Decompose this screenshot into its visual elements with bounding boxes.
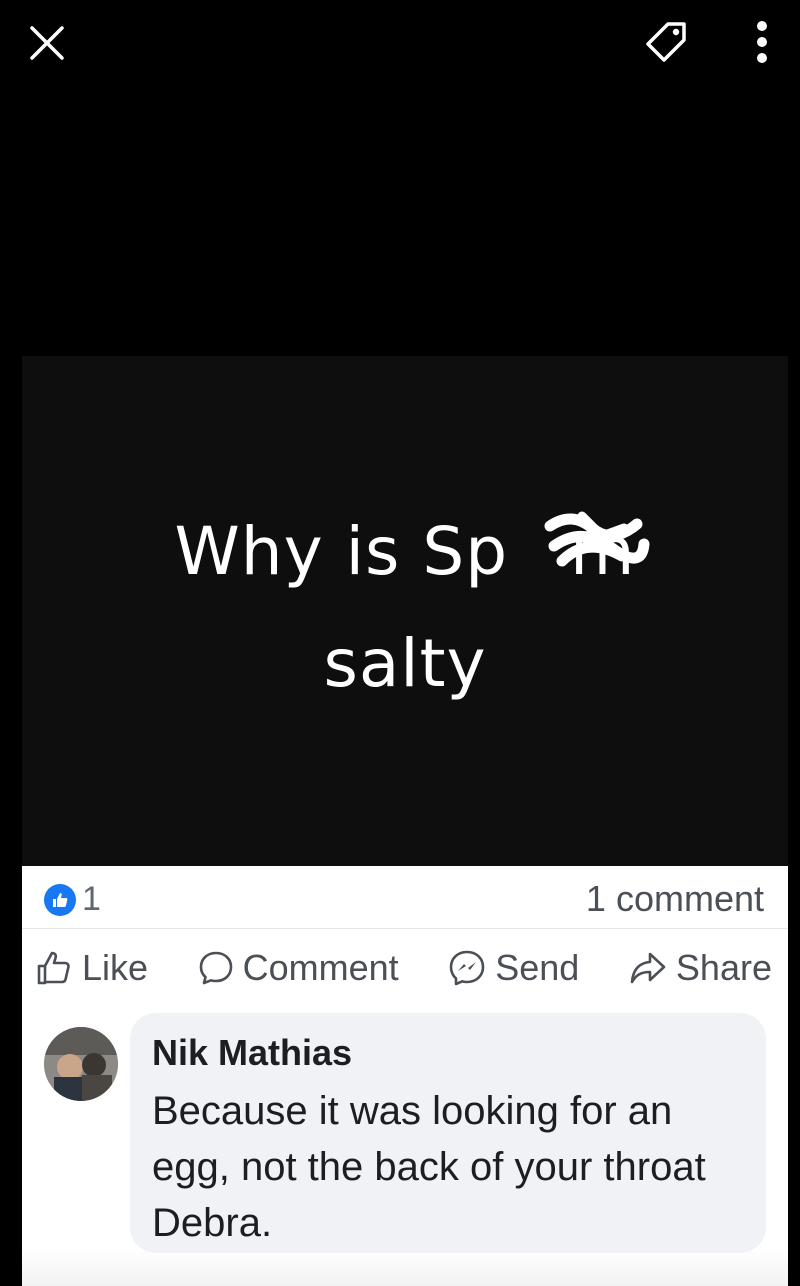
post-screenshot: Why is Sp m salty 1 1 comment Like Comme… bbox=[22, 356, 788, 1286]
send-label: Send bbox=[495, 947, 580, 988]
reaction-count: 1 bbox=[82, 880, 101, 918]
post-image-line-2: salty bbox=[323, 625, 487, 702]
comment-bubble-icon bbox=[199, 951, 232, 985]
post-image: Why is Sp m salty bbox=[22, 356, 788, 866]
comment-count[interactable]: 1 comment bbox=[586, 878, 764, 920]
share-label: Share bbox=[675, 947, 772, 988]
post-actions: Like Comment Send Share bbox=[22, 929, 788, 1007]
post-image-line-1: Why is Sp m bbox=[22, 496, 788, 608]
censor-scribble bbox=[544, 511, 650, 567]
bottom-fade bbox=[22, 1247, 788, 1286]
post-stats: 1 1 comment bbox=[22, 866, 788, 929]
close-icon bbox=[30, 26, 64, 60]
close-button[interactable] bbox=[22, 18, 72, 68]
share-button[interactable]: Share bbox=[628, 947, 772, 989]
post-image-text: Why is Sp m salty bbox=[22, 496, 788, 720]
comment-label: Comment bbox=[242, 947, 399, 988]
send-button[interactable]: Send bbox=[447, 947, 579, 989]
comment-bubble: Nik Mathias Because it was looking for a… bbox=[130, 1013, 766, 1253]
more-vertical-icon bbox=[757, 21, 767, 63]
more-options-button[interactable] bbox=[742, 14, 782, 70]
post-image-line-1-start: Why is Sp bbox=[174, 513, 509, 590]
tag-button[interactable] bbox=[638, 14, 694, 70]
tag-icon bbox=[646, 22, 686, 62]
photo-viewer: Why is Sp m salty 1 1 comment Like Comme… bbox=[0, 0, 800, 1286]
thumbs-up-icon bbox=[37, 951, 70, 985]
comment: Nik Mathias Because it was looking for a… bbox=[22, 1007, 788, 1286]
like-reaction-icon bbox=[44, 883, 76, 916]
comment-text: Because it was looking for an egg, not t… bbox=[152, 1089, 706, 1245]
comment-button[interactable]: Comment bbox=[197, 947, 399, 989]
messenger-icon bbox=[449, 950, 485, 986]
share-arrow-icon bbox=[630, 952, 666, 984]
avatar[interactable] bbox=[44, 1027, 118, 1101]
like-label: Like bbox=[82, 947, 149, 988]
like-button[interactable]: Like bbox=[34, 947, 148, 989]
comment-author[interactable]: Nik Mathias bbox=[152, 1027, 744, 1079]
reaction-summary[interactable]: 1 bbox=[44, 880, 101, 919]
